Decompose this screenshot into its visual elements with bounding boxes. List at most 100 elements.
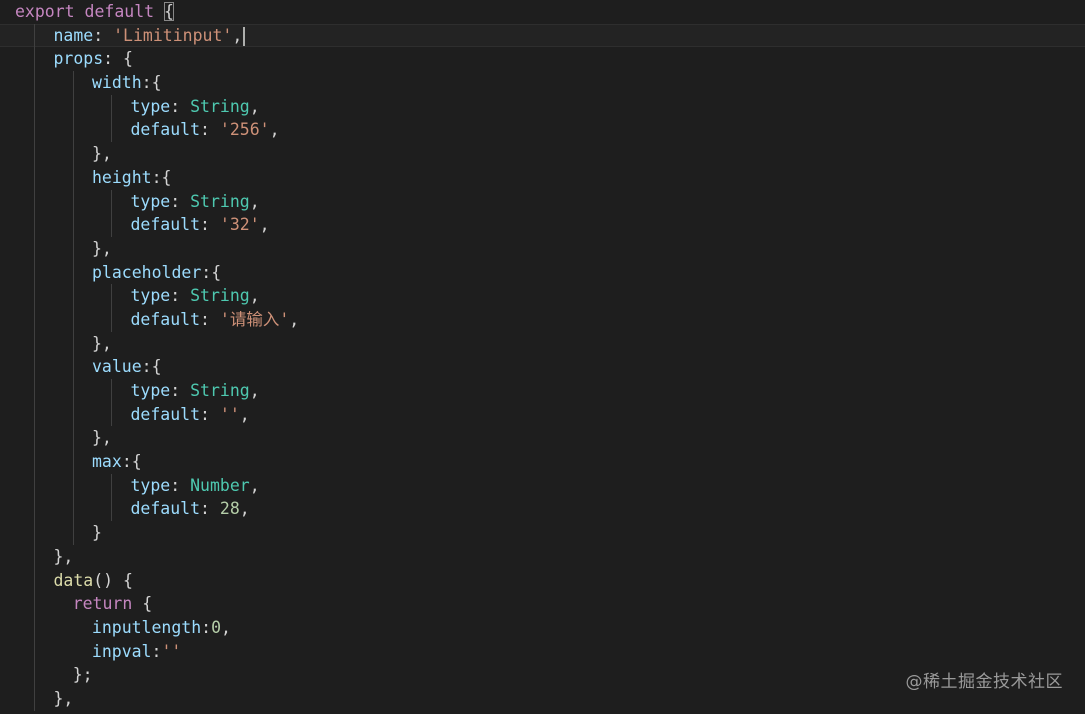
indent-guide [111,497,112,522]
code-token: props [53,49,104,69]
code-token: String [190,191,250,211]
indent-guide [111,118,112,143]
code-token: data [53,570,94,590]
code-token: :{ [141,357,162,377]
indent-guide [72,189,74,214]
code-token: default [130,120,201,140]
code-token: }, [53,546,74,566]
code-token: max [92,452,122,472]
code-token: default [130,499,201,519]
code-token: , [239,404,250,424]
code-token: 'Limitinput' [113,25,233,45]
indent-guide [72,331,74,356]
code-token: type [130,286,171,306]
code-token: : [200,499,220,519]
code-area[interactable]: export default {name: 'Limitinput', props… [0,0,1085,711]
code-line[interactable]: }, [0,544,1085,569]
code-token: height [92,167,152,187]
code-line[interactable]: }, [0,426,1085,451]
indent-guide [72,284,74,308]
code-line[interactable]: height:{ [0,165,1085,190]
indent-guide [34,94,35,119]
code-token: }, [92,144,112,164]
indent-guide [34,686,35,711]
code-line[interactable]: default: 28, [0,497,1085,522]
code-line[interactable]: inputlength:0, [0,615,1085,640]
indent-guide [34,118,35,143]
code-line[interactable]: type: String, [0,94,1085,119]
indent-guide [72,142,74,166]
indent-guide [34,213,35,237]
code-token: , [289,309,300,329]
indent-guide [34,402,35,427]
code-token: , [221,617,231,637]
code-token: }, [92,238,112,258]
indent-guide [72,165,74,190]
code-token: type [130,191,171,211]
indent-guide [34,497,35,522]
indent-guide [34,615,35,640]
code-line[interactable]: }, [0,331,1085,356]
indent-guide [34,189,35,214]
code-token: }, [92,428,112,448]
code-line[interactable]: placeholder:{ [0,260,1085,285]
indent-guide [34,142,35,166]
code-token: '32' [219,215,260,235]
code-line[interactable]: type: String, [0,284,1085,308]
code-token: inpval [91,641,152,661]
code-token: :{ [121,452,142,472]
code-line[interactable]: name: 'Limitinput', [0,23,1085,48]
code-token: '' [161,641,182,661]
code-token: : [200,309,220,329]
code-line[interactable]: }, [0,142,1085,166]
code-token: , [239,499,250,519]
code-token: , [249,475,260,495]
code-token: 28 [219,499,240,519]
code-token: }, [53,688,74,708]
code-line[interactable]: data() { [0,568,1085,593]
indent-guide [72,71,74,95]
code-line[interactable]: default: '请输入', [0,307,1085,332]
code-line[interactable]: inpval:'' [0,639,1085,664]
code-token: , [249,381,260,400]
code-line[interactable]: props: { [0,47,1085,72]
code-token: placeholder [92,262,202,282]
indent-guide [72,497,74,522]
indent-guide [72,426,74,451]
code-token: { [164,2,174,21]
indent-guide [34,284,35,308]
code-token: : [93,25,114,45]
code-token: : { [103,49,133,69]
code-line[interactable]: type: String, [0,379,1085,403]
code-line[interactable]: width:{ [0,71,1085,95]
code-line[interactable]: } [0,521,1085,545]
indent-guide [34,379,35,403]
code-token: default [84,2,155,21]
code-line[interactable]: max:{ [0,450,1085,474]
code-line[interactable]: value:{ [0,355,1085,379]
indent-guide [34,307,35,332]
code-line[interactable]: default: '256', [0,118,1085,143]
indent-guide [34,47,35,72]
code-token: type [130,381,171,400]
code-token: : [200,215,220,235]
text-cursor [243,26,246,46]
code-token: } [92,523,102,543]
indent-guide [72,521,74,545]
code-line[interactable]: default: '32', [0,213,1085,237]
code-line[interactable]: return { [0,592,1085,616]
code-editor[interactable]: export default {name: 'Limitinput', props… [0,0,1085,714]
indent-guide [72,118,74,143]
indent-guide [72,402,74,427]
indent-guide [34,568,35,593]
code-line[interactable]: type: Number, [0,473,1085,498]
code-line[interactable]: }, [0,236,1085,261]
indent-guide [72,473,74,498]
code-token: : [170,96,191,116]
code-line[interactable]: type: String, [0,189,1085,214]
code-line[interactable]: export default { [0,0,1085,24]
code-line[interactable]: default: '', [0,402,1085,427]
indent-guide [34,165,35,190]
